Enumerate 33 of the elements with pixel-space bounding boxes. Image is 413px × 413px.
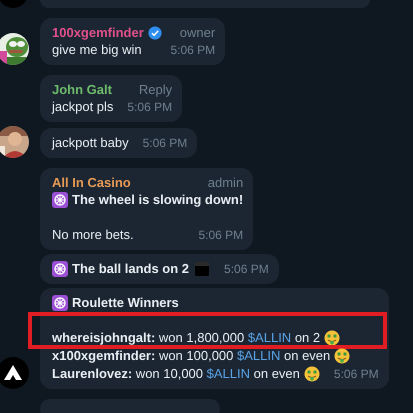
cashtag-link[interactable]: $ALLIN bbox=[237, 348, 280, 363]
winner-message: x100xgemfinder: won 100,000 $ALLIN on even bbox=[52, 347, 330, 365]
message-time: 5:06 PM bbox=[142, 135, 188, 152]
message-text: jackpot pls bbox=[52, 98, 114, 116]
cashtag-link[interactable]: $ALLIN bbox=[206, 366, 250, 381]
message-text: give me big win bbox=[52, 41, 142, 59]
sender-role: Reply bbox=[138, 81, 172, 98]
cashtag-link[interactable]: $ALLIN bbox=[248, 330, 292, 345]
sender-role: owner bbox=[178, 24, 216, 41]
message-text: No more bets. bbox=[52, 226, 134, 244]
message-title: The ball lands on 2 bbox=[72, 260, 190, 278]
wheel-icon bbox=[52, 192, 68, 208]
square-emoji-icon bbox=[194, 261, 210, 277]
sender-name[interactable]: All In Casino bbox=[52, 174, 131, 191]
message-time: 5:06 PM bbox=[197, 227, 244, 244]
money-face-icon bbox=[334, 348, 350, 364]
winner-message: Laurenlovez: won 10,000 $ALLIN on even bbox=[52, 365, 300, 383]
sender-name[interactable]: John Galt bbox=[52, 81, 112, 98]
triangle-logo-icon bbox=[0, 357, 29, 389]
message-time: 5:06 PM bbox=[223, 261, 269, 278]
message-time: 5:06 PM bbox=[126, 99, 172, 116]
message-time: 5:06 PM bbox=[332, 366, 379, 383]
wheel-icon bbox=[52, 295, 68, 311]
sender-name[interactable]: 100xgemfinder bbox=[52, 24, 144, 41]
message-title: The wheel is slowing down! bbox=[72, 191, 244, 209]
message-time: 5:06 PM bbox=[169, 42, 216, 59]
money-face-icon bbox=[324, 330, 340, 346]
message-title: Roulette Winners bbox=[72, 294, 179, 312]
sender-role: admin bbox=[206, 174, 244, 191]
message-text: jackpott baby bbox=[52, 134, 129, 152]
wheel-icon bbox=[52, 261, 68, 277]
money-face-icon bbox=[304, 366, 320, 382]
winner-message: whereisjohngalt: won 1,800,000 $ALLIN on 2 bbox=[52, 329, 320, 347]
